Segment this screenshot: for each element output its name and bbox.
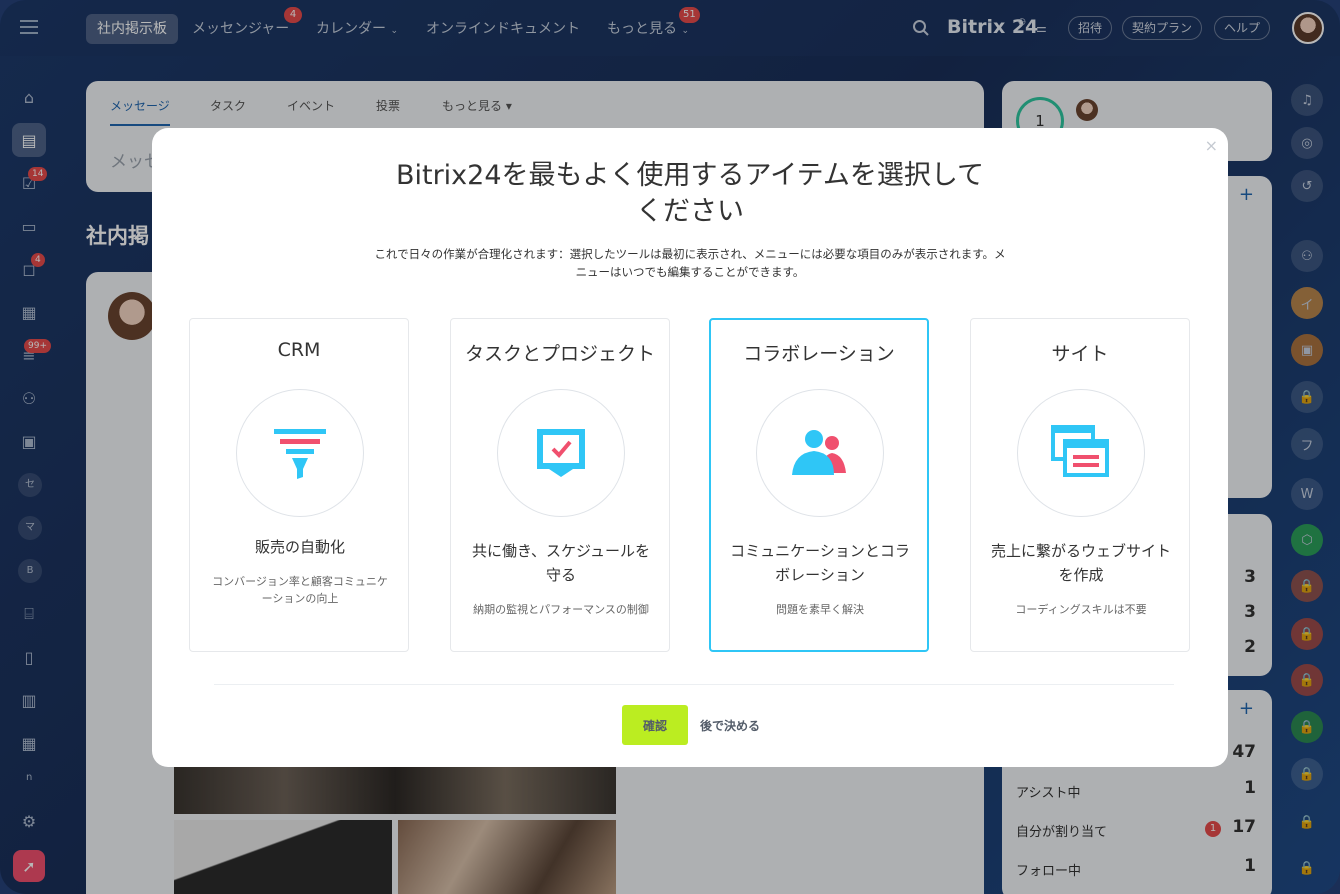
modal-divider [214, 684, 1174, 685]
card-heading: 共に働き、スケジュールを守る [472, 542, 650, 584]
modal-title-line: ください [636, 196, 744, 227]
card-title: コラボレーション [743, 343, 895, 365]
funnel-icon [236, 389, 364, 517]
decide-later-button[interactable]: 後で決める [700, 717, 760, 734]
site-windows-icon [1017, 389, 1145, 517]
option-card-crm[interactable]: CRM 販売の自動化 コンバージョン率と顧客コミュニケーションの向上 [189, 318, 409, 652]
task-check-icon [497, 389, 625, 517]
card-title: タスクとプロジェクト [464, 343, 655, 365]
app-window: 社内掲示板 メッセンジャー 4 カレンダー ⌄ オンラインドキュメント もっと見… [0, 0, 1340, 894]
card-description: 問題を素早く解決 [776, 603, 864, 616]
card-title: CRM [277, 339, 321, 361]
modal-title: Bitrix24を最もよく使用するアイテムを選択して ください [152, 158, 1228, 230]
card-heading: コミュニケーションとコラボレーション [730, 542, 910, 584]
option-card-sites[interactable]: サイト 売上に繋がるウェブサイトを作成 コーディングスキルは不要 [970, 318, 1190, 652]
tool-selection-modal: × Bitrix24を最もよく使用するアイテムを選択して ください これで日々の… [152, 128, 1228, 767]
confirm-button[interactable]: 確認 [622, 705, 688, 745]
card-heading: 販売の自動化 [254, 538, 345, 556]
close-icon[interactable]: × [1205, 136, 1218, 155]
card-description: 納期の監視とパフォーマンスの制御 [473, 603, 649, 616]
option-card-collaboration[interactable]: コラボレーション コミュニケーションとコラボレーション 問題を素早く解決 [709, 318, 929, 652]
modal-subtitle: これで日々の作業が合理化されます：選択したツールは最初に表示され、メニューには必… [374, 247, 1006, 279]
card-description: コーディングスキルは不要 [1015, 603, 1147, 616]
card-heading: 売上に繋がるウェブサイトを作成 [991, 542, 1172, 584]
modal-title-line: Bitrix24を最もよく使用するアイテムを選択して [395, 160, 985, 191]
card-title: サイト [1051, 343, 1109, 365]
option-card-tasks[interactable]: タスクとプロジェクト 共に働き、スケジュールを守る 納期の監視とパフォーマンスの… [450, 318, 670, 652]
users-icon [756, 389, 884, 517]
card-description: コンバージョン率と顧客コミュニケーションの向上 [212, 575, 388, 605]
